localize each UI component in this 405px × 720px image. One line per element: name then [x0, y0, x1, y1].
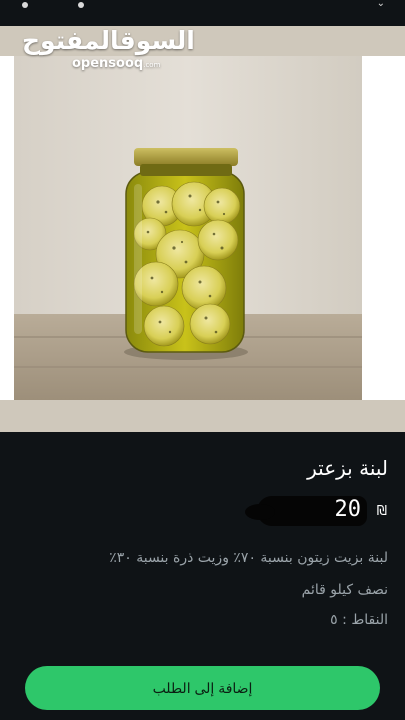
image-border-right [362, 56, 405, 400]
add-to-order-button[interactable]: إضافة إلى الطلب [25, 666, 380, 710]
status-bar: ⌄ [0, 0, 405, 26]
product-photo [14, 56, 362, 400]
watermark-arabic: السوقالمفتوح [22, 26, 195, 55]
product-image-area[interactable]: السوقالمفتوح opensooq.com [0, 26, 405, 432]
product-details: لبنة بزعتر 20 ₪ لبنة بزيت زيتون بنسبة ٧٠… [0, 432, 405, 720]
add-to-order-label: إضافة إلى الطلب [152, 679, 253, 696]
watermark-latin-suffix: .com [143, 61, 161, 69]
chevron-down-icon: ⌄ [376, 0, 385, 9]
watermark-latin-name: opensooq [72, 56, 144, 71]
status-dot-middle [78, 2, 84, 8]
watermark-latin: opensooq.com [72, 56, 160, 71]
price-row: 20 ₪ [227, 492, 387, 526]
description-line: لبنة بزيت زيتون بنسبة ٧٠٪ وزيت ذرة بنسبة… [109, 550, 388, 566]
product-title: لبنة بزعتر [307, 456, 388, 480]
currency-symbol: ₪ [376, 504, 387, 519]
description-line: النقاط : ٥ [330, 612, 388, 628]
status-dot-left [22, 2, 28, 8]
description-line: نصف كيلو قائم [301, 582, 388, 598]
image-border-left [0, 56, 14, 400]
opensooq-watermark: السوقالمفتوح opensooq.com [22, 26, 195, 98]
price-value: 20 [334, 497, 362, 522]
